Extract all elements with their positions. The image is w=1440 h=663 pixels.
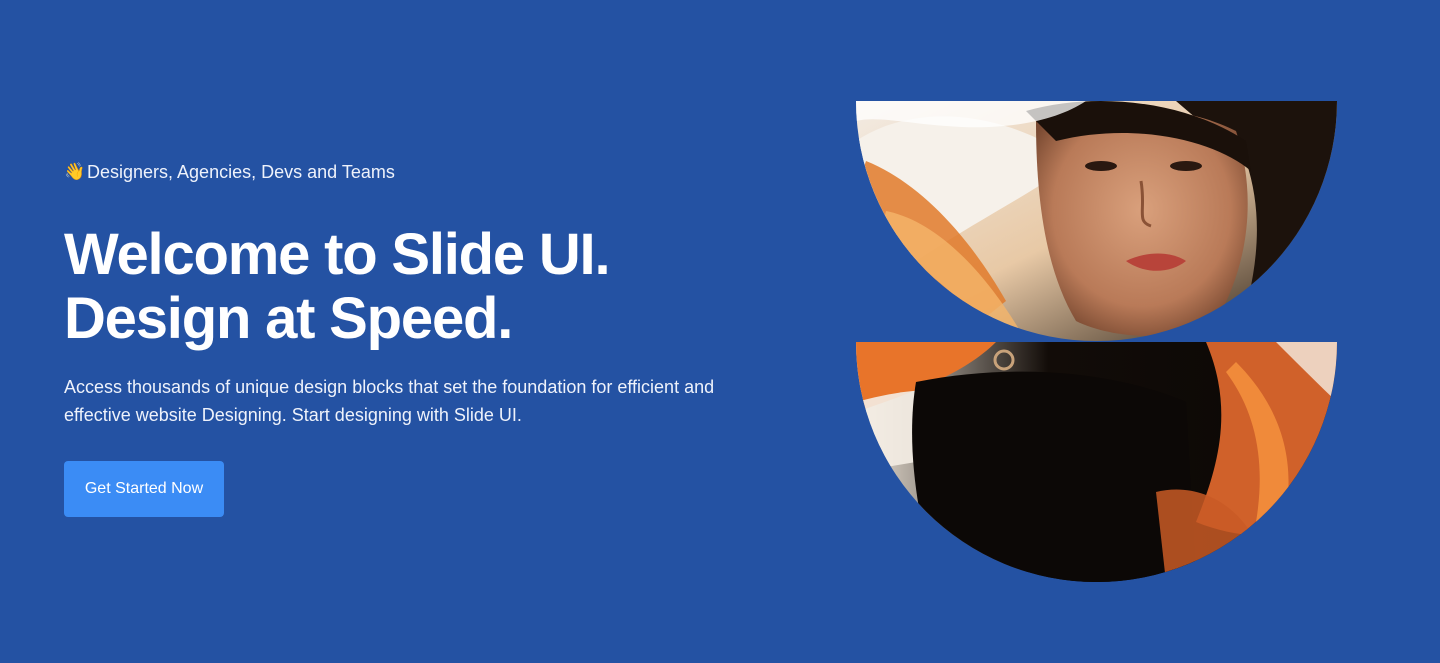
hero-title-line-2: Design at Speed. bbox=[64, 286, 513, 351]
hero-title-line-1: Welcome to Slide UI. bbox=[64, 222, 611, 287]
hero-content: 👋 Designers, Agencies, Devs and Teams We… bbox=[64, 160, 764, 517]
portrait-bottom-image bbox=[856, 342, 1337, 582]
hero-image-top-half bbox=[856, 101, 1337, 341]
eyebrow-text: Designers, Agencies, Devs and Teams bbox=[87, 162, 395, 182]
hero-eyebrow: 👋 Designers, Agencies, Devs and Teams bbox=[64, 160, 764, 184]
hero-section: 👋 Designers, Agencies, Devs and Teams We… bbox=[0, 0, 1440, 663]
hero-image-bottom-half bbox=[856, 342, 1337, 582]
get-started-button[interactable]: Get Started Now bbox=[64, 461, 224, 517]
portrait-top-image bbox=[856, 101, 1337, 341]
waving-hand-icon: 👋 bbox=[64, 162, 86, 181]
hero-description: Access thousands of unique design blocks… bbox=[64, 377, 715, 425]
hero-image-group bbox=[856, 101, 1337, 582]
hero-title: Welcome to Slide UI. Design at Speed. bbox=[64, 223, 764, 351]
